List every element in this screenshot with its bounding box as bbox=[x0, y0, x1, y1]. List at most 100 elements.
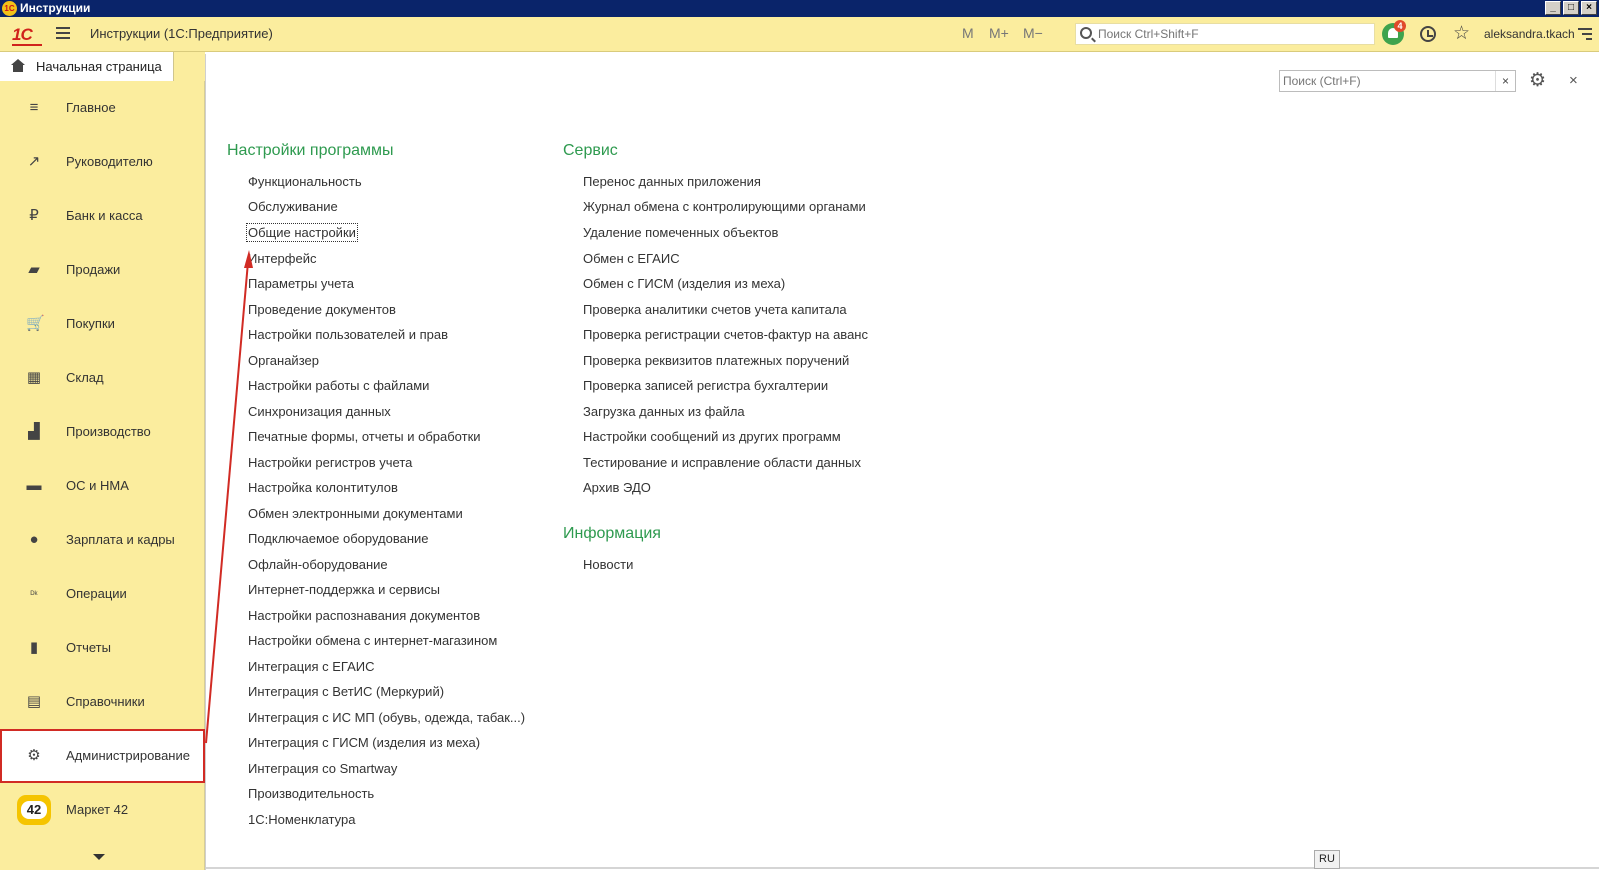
link-edo-archive[interactable]: Архив ЭДО bbox=[583, 480, 651, 495]
app-logo-icon: 1С bbox=[2, 1, 17, 16]
link-users-rights[interactable]: Настройки пользователей и прав bbox=[248, 327, 448, 342]
link-data-transfer[interactable]: Перенос данных приложения bbox=[583, 174, 761, 189]
link-capital-check[interactable]: Проверка аналитики счетов учета капитала bbox=[583, 302, 847, 317]
sidebar-item-sales[interactable]: ▰ Продажи bbox=[0, 243, 205, 297]
grid-icon: ▦ bbox=[26, 369, 42, 386]
gear-icon: ⚙ bbox=[27, 747, 41, 764]
link-equipment[interactable]: Подключаемое оборудование bbox=[248, 531, 429, 546]
history-icon[interactable] bbox=[1420, 26, 1436, 42]
user-name[interactable]: aleksandra.tkach bbox=[1484, 27, 1575, 41]
link-file-import[interactable]: Загрузка данных из файла bbox=[583, 404, 745, 419]
notifications-badge: 4 bbox=[1394, 20, 1406, 32]
sidebar-item-label: Покупки bbox=[66, 316, 115, 331]
sidebar-item-production[interactable]: ▟ Производство bbox=[0, 405, 205, 459]
hamburger-menu-icon[interactable] bbox=[56, 27, 70, 41]
link-maintenance[interactable]: Обслуживание bbox=[248, 199, 338, 214]
link-functionality[interactable]: Функциональность bbox=[248, 174, 362, 189]
chevron-down-icon[interactable] bbox=[93, 854, 105, 860]
link-eshop-exchange[interactable]: Настройки обмена с интернет-магазином bbox=[248, 633, 497, 648]
link-performance[interactable]: Производительность bbox=[248, 786, 374, 801]
sidebar-item-assets[interactable]: ▬ ОС и НМА bbox=[0, 459, 205, 513]
tab-home-page[interactable]: Начальная страница bbox=[0, 52, 174, 81]
language-indicator[interactable]: RU bbox=[1314, 850, 1340, 869]
truck-icon: ▬ bbox=[26, 477, 42, 494]
window-title: Инструкции bbox=[20, 1, 91, 15]
sidebar-item-operations[interactable]: ᴰᵏ Операции bbox=[0, 567, 205, 621]
sidebar-item-market[interactable]: 42 Маркет 42 bbox=[0, 783, 205, 837]
sidebar-item-label: Производство bbox=[66, 424, 151, 439]
close-window-button[interactable]: × bbox=[1581, 1, 1597, 15]
link-accounting-params[interactable]: Параметры учета bbox=[248, 276, 354, 291]
sidebar-item-bank[interactable]: ₽ Банк и касса bbox=[0, 189, 205, 243]
sections-sidebar: ≡ Главное ↗ Руководителю ₽ Банк и касса … bbox=[0, 81, 205, 870]
link-exchange-log[interactable]: Журнал обмена с контролирующими органами bbox=[583, 199, 866, 214]
sidebar-item-catalogs[interactable]: ▤ Справочники bbox=[0, 675, 205, 729]
link-internet-support[interactable]: Интернет-поддержка и сервисы bbox=[248, 582, 440, 597]
link-general-settings[interactable]: Общие настройки bbox=[246, 223, 358, 242]
factory-icon: ▟ bbox=[28, 423, 40, 440]
link-news[interactable]: Новости bbox=[583, 557, 633, 572]
link-offline-equipment[interactable]: Офлайн-оборудование bbox=[248, 557, 388, 572]
sidebar-item-label: ОС и НМА bbox=[66, 478, 129, 493]
sidebar-item-warehouse[interactable]: ▦ Склад bbox=[0, 351, 205, 405]
global-search[interactable] bbox=[1075, 23, 1375, 45]
link-gism-integration[interactable]: Интеграция с ГИСМ (изделия из меха) bbox=[248, 735, 480, 750]
sidebar-item-administration[interactable]: ⚙ Администрирование bbox=[0, 729, 205, 783]
home-icon bbox=[11, 59, 25, 73]
link-headers-footers[interactable]: Настройка колонтитулов bbox=[248, 480, 398, 495]
link-edo[interactable]: Обмен электронными документами bbox=[248, 506, 463, 521]
book-icon: ▤ bbox=[26, 693, 42, 710]
link-document-posting[interactable]: Проведение документов bbox=[248, 302, 396, 317]
link-vetis-integration[interactable]: Интеграция с ВетИС (Меркурий) bbox=[248, 684, 444, 699]
form-search-input[interactable] bbox=[1283, 73, 1493, 89]
ruble-icon: ₽ bbox=[29, 207, 39, 224]
link-registers[interactable]: Настройки регистров учета bbox=[248, 455, 412, 470]
memory-m-plus-button[interactable]: M+ bbox=[989, 25, 1009, 41]
link-payment-check[interactable]: Проверка реквизитов платежных поручений bbox=[583, 353, 849, 368]
link-interface[interactable]: Интерфейс bbox=[248, 251, 316, 266]
form-close-icon[interactable]: × bbox=[1569, 71, 1578, 91]
sidebar-item-salary[interactable]: ● Зарплата и кадры bbox=[0, 513, 205, 567]
form-search[interactable]: × bbox=[1279, 70, 1516, 92]
brand-logo[interactable]: 1С bbox=[12, 25, 33, 45]
link-data-sync[interactable]: Синхронизация данных bbox=[248, 404, 391, 419]
link-messages-settings[interactable]: Настройки сообщений из других программ bbox=[583, 429, 841, 444]
tab-label: Начальная страница bbox=[36, 59, 162, 74]
minimize-button[interactable]: _ bbox=[1545, 1, 1561, 15]
memory-m-button[interactable]: M bbox=[962, 25, 974, 41]
sidebar-item-label: Зарплата и кадры bbox=[66, 532, 175, 547]
window-controls: _ □ × bbox=[1545, 1, 1597, 15]
link-invoice-check[interactable]: Проверка регистрации счетов-фактур на ав… bbox=[583, 327, 868, 342]
sidebar-item-purchases[interactable]: 🛒 Покупки bbox=[0, 297, 205, 351]
global-search-input[interactable] bbox=[1098, 26, 1368, 42]
sidebar-item-main[interactable]: ≡ Главное bbox=[0, 81, 205, 135]
link-gism-exchange[interactable]: Обмен с ГИСМ (изделия из меха) bbox=[583, 276, 785, 291]
menu-icon: ≡ bbox=[29, 99, 39, 116]
link-ismp-integration[interactable]: Интеграция с ИС МП (обувь, одежда, табак… bbox=[248, 710, 525, 725]
link-file-settings[interactable]: Настройки работы с файлами bbox=[248, 378, 429, 393]
link-recognition[interactable]: Настройки распознавания документов bbox=[248, 608, 480, 623]
settings-menu-icon[interactable] bbox=[1578, 28, 1592, 43]
bottom-divider bbox=[206, 867, 1599, 869]
form-settings-gear-icon[interactable]: ⚙ bbox=[1529, 71, 1546, 91]
favorites-star-icon[interactable]: ☆ bbox=[1453, 22, 1470, 45]
clear-search-icon[interactable]: × bbox=[1495, 71, 1515, 91]
sidebar-item-label: Склад bbox=[66, 370, 104, 385]
memory-m-minus-button[interactable]: M− bbox=[1023, 25, 1043, 41]
market-icon: 42 bbox=[17, 795, 51, 825]
link-delete-marked[interactable]: Удаление помеченных объектов bbox=[583, 225, 778, 240]
tab-strip: Начальная страница bbox=[0, 52, 205, 81]
sidebar-item-manager[interactable]: ↗ Руководителю bbox=[0, 135, 205, 189]
link-register-check[interactable]: Проверка записей регистра бухгалтерии bbox=[583, 378, 828, 393]
link-print-forms[interactable]: Печатные формы, отчеты и обработки bbox=[248, 429, 481, 444]
link-egais-integration[interactable]: Интеграция с ЕГАИС bbox=[248, 659, 374, 674]
link-organizer[interactable]: Органайзер bbox=[248, 353, 319, 368]
link-data-testing[interactable]: Тестирование и исправление области данны… bbox=[583, 455, 861, 470]
sidebar-item-label: Банк и касса bbox=[66, 208, 143, 223]
link-smartway-integration[interactable]: Интеграция со Smartway bbox=[248, 761, 397, 776]
link-nomenclature[interactable]: 1С:Номенклатура bbox=[248, 812, 355, 827]
sidebar-item-reports[interactable]: ▮ Отчеты bbox=[0, 621, 205, 675]
maximize-button[interactable]: □ bbox=[1563, 1, 1579, 15]
link-egais-exchange[interactable]: Обмен с ЕГАИС bbox=[583, 251, 680, 266]
window-title-bar: 1С Инструкции _ □ × bbox=[0, 0, 1599, 17]
